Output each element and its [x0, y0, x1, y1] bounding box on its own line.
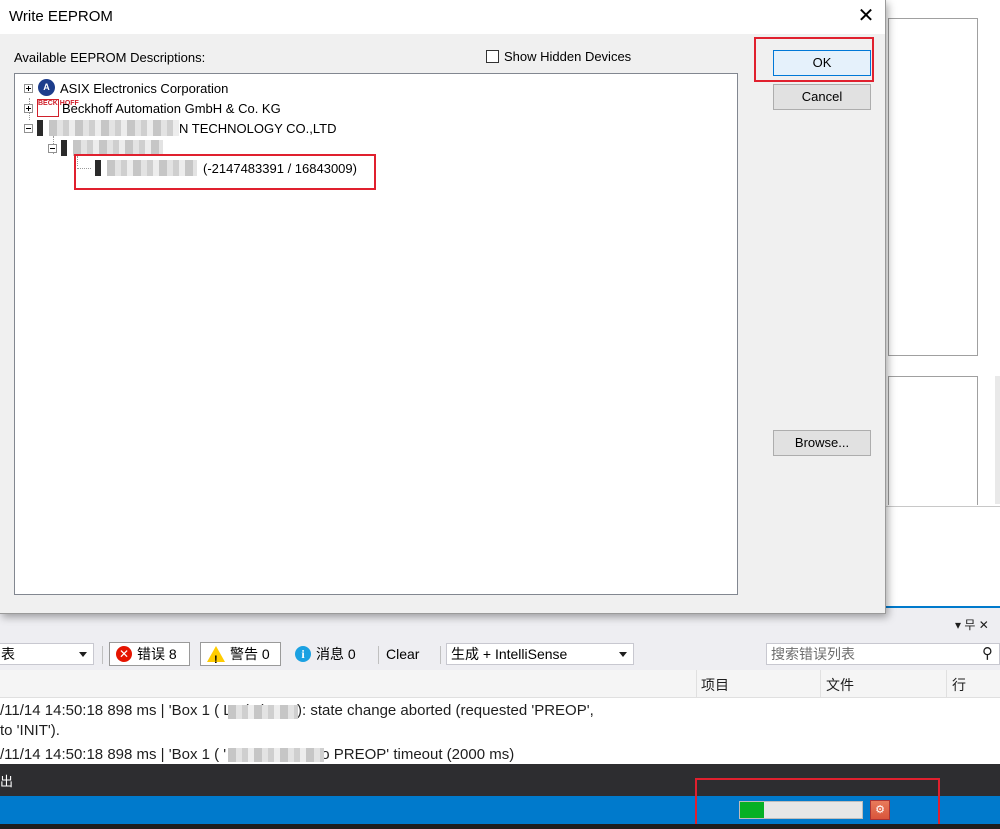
- highlight-box-ok: [754, 37, 874, 82]
- clear-label: Clear: [386, 646, 420, 662]
- column-divider: [946, 670, 947, 698]
- eeprom-description-tree[interactable]: A ASIX Electronics Corporation BECK HOFF…: [14, 73, 738, 595]
- dialog-title: Write EEPROM: [9, 8, 113, 25]
- clear-button[interactable]: Clear: [380, 642, 432, 666]
- warning-icon: !: [207, 646, 225, 666]
- column-line[interactable]: 行: [952, 675, 966, 695]
- output-tab-label[interactable]: 出: [0, 771, 13, 790]
- tree-item-beckhoff[interactable]: BECK HOFF Beckhoff Automation GmbH & Co.…: [24, 98, 281, 118]
- chevron-down-icon: [79, 652, 87, 657]
- tree-collapse-icon[interactable]: [24, 123, 33, 133]
- error-row-text[interactable]: to 'INIT').: [0, 722, 60, 739]
- beckhoff-logo-icon: BECK HOFF: [37, 99, 79, 117]
- background-panel-top: [888, 18, 978, 356]
- scope-dropdown[interactable]: 表: [0, 643, 94, 665]
- asix-logo-icon: A: [37, 79, 57, 97]
- tree-expand-icon[interactable]: [24, 103, 33, 113]
- browse-button[interactable]: Browse...: [773, 430, 871, 456]
- scope-dropdown-value: 表: [1, 646, 15, 662]
- build-filter-dropdown[interactable]: 生成 + IntelliSense: [446, 643, 634, 665]
- error-icon: ✕: [116, 646, 132, 662]
- errors-filter-button[interactable]: ✕ 错误 8: [109, 642, 190, 666]
- tree-item-label: ASIX Electronics Corporation: [60, 80, 229, 96]
- build-filter-value: 生成 + IntelliSense: [451, 646, 568, 662]
- device-icon: [61, 140, 67, 156]
- background-scrollbar[interactable]: [995, 376, 1000, 504]
- warnings-count: 警告 0: [230, 646, 270, 662]
- tree-item-label: Beckhoff Automation GmbH & Co. KG: [62, 100, 281, 116]
- available-descriptions-label: Available EEPROM Descriptions:: [14, 50, 206, 65]
- write-eeprom-dialog: Write EEPROM ✕ Available EEPROM Descript…: [0, 0, 886, 614]
- show-hidden-devices-checkbox[interactable]: Show Hidden Devices: [486, 49, 631, 64]
- tree-item-asix[interactable]: A ASIX Electronics Corporation: [24, 78, 228, 98]
- redacted-text: [228, 705, 298, 719]
- column-file[interactable]: 文件: [826, 675, 854, 695]
- column-project[interactable]: 项目: [701, 675, 729, 695]
- errors-count: 错误 8: [137, 646, 177, 662]
- dialog-titlebar: Write EEPROM ✕: [0, 0, 885, 34]
- device-icon: [37, 120, 43, 136]
- tree-item-label: N TECHNOLOGY CO.,LTD: [179, 120, 337, 136]
- tree-item-vendor[interactable]: N TECHNOLOGY CO.,LTD: [24, 118, 336, 138]
- show-hidden-devices-label: Show Hidden Devices: [504, 49, 632, 64]
- error-list-toolbar: 表 ✕ 错误 8 ! 警告 0 i 消息 0 Clear 生成 + Intell…: [0, 638, 1000, 670]
- toolbar-separator: [440, 646, 441, 664]
- search-icon[interactable]: ⚲: [982, 644, 993, 664]
- redacted-text: [49, 120, 179, 136]
- taskbar-edge: [0, 824, 1000, 829]
- cancel-button[interactable]: Cancel: [773, 84, 871, 110]
- tree-expand-icon[interactable]: [24, 83, 33, 93]
- highlight-box-device: [74, 154, 376, 190]
- search-error-list-input[interactable]: 搜索错误列表 ⚲: [766, 643, 1000, 665]
- error-list-column-header: 项目 文件 行: [0, 670, 1000, 698]
- toolbar-separator: [102, 646, 103, 664]
- column-divider: [820, 670, 821, 698]
- column-divider: [696, 670, 697, 698]
- background-separator: [886, 506, 1000, 507]
- close-icon[interactable]: ✕: [852, 2, 880, 30]
- checkbox-box[interactable]: [486, 50, 499, 63]
- toolbar-separator: [378, 646, 379, 664]
- background-panel-bottom: [888, 376, 978, 505]
- warnings-filter-button[interactable]: ! 警告 0: [200, 642, 281, 666]
- search-placeholder: 搜索错误列表: [771, 646, 855, 662]
- chevron-down-icon: [619, 652, 627, 657]
- tree-collapse-icon[interactable]: [48, 143, 57, 153]
- messages-filter-button[interactable]: i 消息 0: [289, 642, 373, 666]
- info-icon: i: [295, 646, 311, 662]
- panel-window-controls[interactable]: ▾ 무 ✕: [955, 616, 989, 633]
- highlight-box-status: [695, 778, 940, 829]
- messages-count: 消息 0: [316, 646, 356, 662]
- redacted-text: [228, 748, 324, 762]
